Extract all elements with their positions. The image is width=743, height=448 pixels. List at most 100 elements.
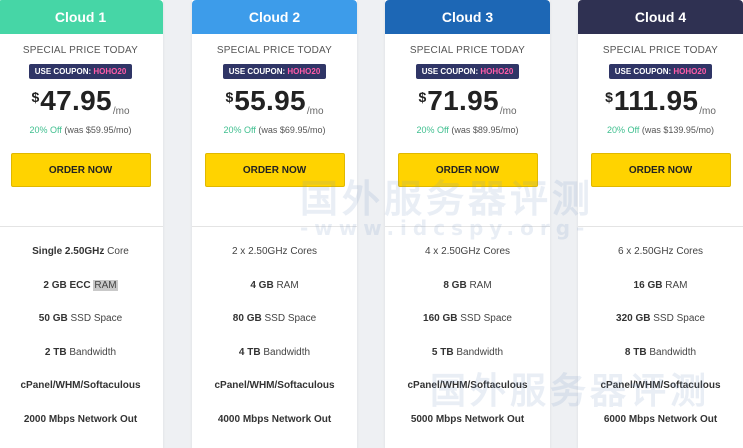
feature-value: cPanel/WHM/Softaculous: [214, 380, 335, 392]
feature-label: Bandwidth: [646, 346, 697, 358]
feature-value: 80 GB: [232, 313, 262, 325]
discount-percent: 20% Off: [223, 125, 256, 135]
price-amount: 71.95: [427, 85, 499, 116]
coupon-code: HOHO20: [673, 67, 707, 76]
feature-value: 6000 Mbps Network Out: [603, 413, 718, 425]
order-now-button[interactable]: ORDER NOW: [590, 153, 731, 187]
divider: [0, 226, 163, 227]
feature-panel: cPanel/WHM/Softaculous: [0, 378, 163, 412]
was-price: (was $69.95/mo): [258, 125, 326, 135]
divider: [385, 226, 550, 227]
feature-value: 320 GB: [616, 313, 651, 325]
coupon-code: HOHO20: [287, 67, 321, 76]
price: $ 111.95 /mo: [578, 85, 743, 121]
price: $ 55.95 /mo: [192, 85, 357, 121]
feature-cores: 6 x 2.50GHz Cores: [578, 244, 743, 278]
price-amount: 111.95: [613, 85, 699, 116]
special-price-label: SPECIAL PRICE TODAY: [216, 45, 333, 56]
price: $ 71.95 /mo: [385, 85, 550, 121]
feature-label: SSD Space: [67, 313, 123, 325]
coupon-code: HOHO20: [93, 67, 127, 76]
feature-bandwidth: 8 TB Bandwidth: [578, 345, 743, 379]
feature-network: 2000 Mbps Network Out: [0, 412, 163, 446]
feature-value: cPanel/WHM/Softaculous: [20, 380, 141, 392]
feature-list: 6 x 2.50GHz Cores 16 GB RAM 320 GB SSD S…: [578, 244, 743, 446]
plan-card-cloud-2: Cloud 2 SPECIAL PRICE TODAY USE COUPON: …: [192, 0, 357, 448]
feature-list: 4 x 2.50GHz Cores 8 GB RAM 160 GB SSD Sp…: [385, 244, 550, 446]
feature-label: Core: [104, 246, 129, 257]
discount-note: 20% Off (was $59.95/mo): [0, 125, 163, 135]
feature-panel: cPanel/WHM/Softaculous: [192, 378, 357, 412]
was-price: (was $139.95/mo): [641, 125, 714, 135]
special-price-label: SPECIAL PRICE TODAY: [409, 45, 526, 56]
feature-label: Cores: [287, 246, 318, 257]
plan-title: Cloud 2: [192, 0, 357, 34]
feature-label: Cores: [673, 246, 704, 257]
was-price: (was $59.95/mo): [64, 125, 132, 135]
price-period: /mo: [112, 106, 130, 117]
feature-value: cPanel/WHM/Softaculous: [407, 380, 528, 392]
feature-label: Cores: [480, 246, 511, 257]
plan-card-cloud-3: Cloud 3 SPECIAL PRICE TODAY USE COUPON: …: [385, 0, 550, 448]
feature-label: RAM: [662, 279, 688, 291]
feature-ram: 2 GB ECC RAM: [0, 278, 163, 312]
currency-symbol: $: [225, 89, 234, 105]
price-amount: 55.95: [234, 85, 306, 116]
price-period: /mo: [499, 106, 517, 117]
feature-ram: 16 GB RAM: [578, 278, 743, 312]
feature-value: 4 TB: [238, 346, 261, 358]
order-now-button[interactable]: ORDER NOW: [10, 153, 151, 187]
plan-title: Cloud 1: [0, 0, 163, 34]
feature-ram: 8 GB RAM: [385, 278, 550, 312]
feature-label: RAM: [466, 279, 492, 291]
order-now-button[interactable]: ORDER NOW: [397, 153, 538, 187]
feature-value: 2 x 2.50GHz: [231, 246, 288, 257]
discount-percent: 20% Off: [607, 125, 640, 135]
discount-percent: 20% Off: [29, 125, 62, 135]
feature-value: 8 GB: [443, 279, 467, 291]
feature-label: Bandwidth: [66, 346, 117, 358]
feature-label: RAM: [93, 279, 118, 291]
feature-value: 6 x 2.50GHz: [617, 246, 674, 257]
feature-value: 160 GB: [423, 313, 458, 325]
feature-cores: Single 2.50GHz Core: [0, 244, 163, 278]
feature-network: 6000 Mbps Network Out: [578, 412, 743, 446]
divider: [192, 226, 357, 227]
feature-cores: 4 x 2.50GHz Cores: [385, 244, 550, 278]
coupon-label: USE COUPON:: [228, 67, 286, 76]
feature-label: SSD Space: [261, 313, 317, 325]
discount-percent: 20% Off: [416, 125, 449, 135]
feature-list: Single 2.50GHz Core 2 GB ECC RAM 50 GB S…: [0, 244, 163, 446]
feature-ssd: 160 GB SSD Space: [385, 311, 550, 345]
discount-note: 20% Off (was $89.95/mo): [385, 125, 550, 135]
feature-bandwidth: 5 TB Bandwidth: [385, 345, 550, 379]
plan-card-cloud-1: Cloud 1 SPECIAL PRICE TODAY USE COUPON: …: [0, 0, 163, 448]
special-price-label: SPECIAL PRICE TODAY: [602, 45, 719, 56]
order-now-button[interactable]: ORDER NOW: [204, 153, 345, 187]
coupon-code: HOHO20: [480, 67, 514, 76]
discount-note: 20% Off (was $69.95/mo): [192, 125, 357, 135]
price-period: /mo: [699, 106, 716, 117]
currency-symbol: $: [605, 89, 613, 105]
feature-network: 4000 Mbps Network Out: [192, 412, 357, 446]
feature-value: cPanel/WHM/Softaculous: [600, 380, 721, 392]
price-amount: 47.95: [40, 85, 112, 116]
feature-value: 50 GB: [38, 313, 68, 325]
plan-title: Cloud 4: [578, 0, 743, 34]
special-price-label: SPECIAL PRICE TODAY: [22, 45, 139, 56]
coupon-badge: USE COUPON: HOHO20: [222, 64, 327, 79]
coupon-badge: USE COUPON: HOHO20: [28, 64, 133, 79]
feature-value: 4 GB: [250, 279, 274, 291]
feature-label: SSD Space: [650, 313, 705, 325]
feature-value: 8 TB: [624, 346, 647, 358]
divider: [578, 226, 743, 227]
feature-label: Bandwidth: [453, 346, 504, 358]
coupon-badge: USE COUPON: HOHO20: [608, 64, 713, 79]
currency-symbol: $: [418, 89, 427, 105]
feature-value: Single 2.50GHz: [32, 246, 105, 257]
feature-value: 2 TB: [44, 346, 67, 358]
coupon-badge: USE COUPON: HOHO20: [415, 64, 520, 79]
coupon-label: USE COUPON:: [421, 67, 479, 76]
feature-list: 2 x 2.50GHz Cores 4 GB RAM 80 GB SSD Spa…: [192, 244, 357, 446]
feature-ssd: 320 GB SSD Space: [578, 311, 743, 345]
